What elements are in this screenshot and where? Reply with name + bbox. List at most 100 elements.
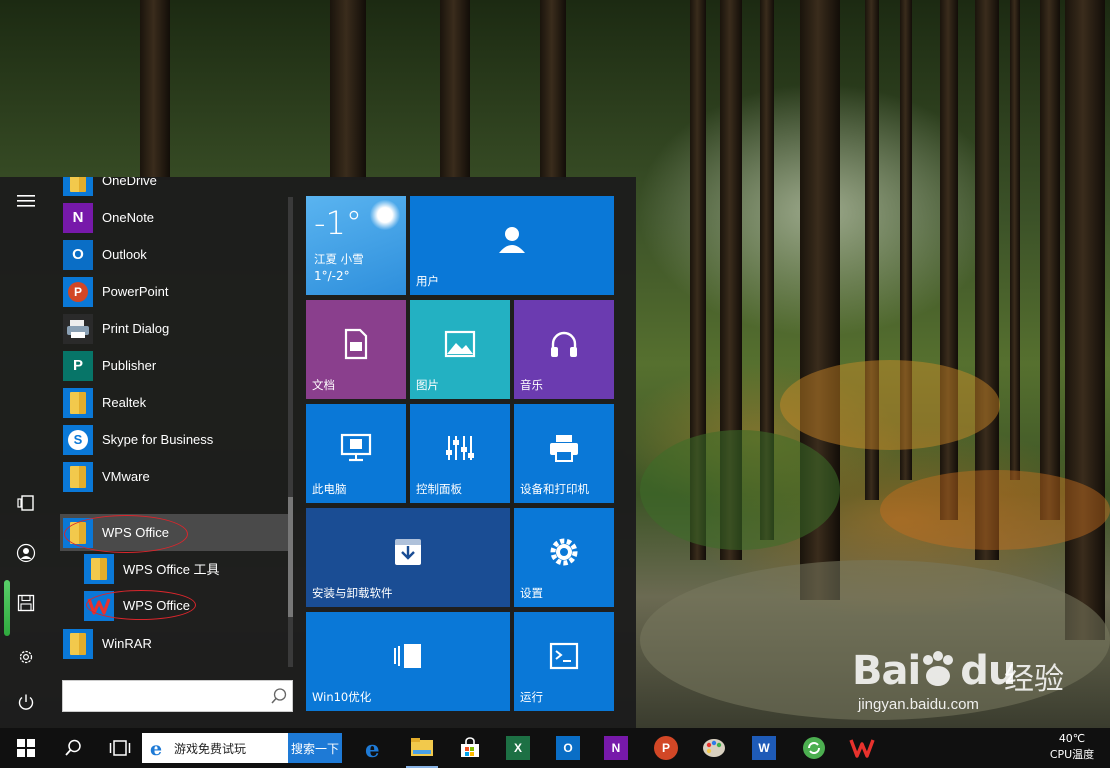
watermark-url: jingyan.baidu.com [858,696,979,713]
app-item-wps-office-folder[interactable]: WPS Office [60,514,288,551]
app-item-wps-office-tools[interactable]: WPS Office 工具 [60,550,288,587]
sliders-icon [446,435,474,460]
task-view-button[interactable] [104,728,136,768]
store-icon [461,737,479,757]
cpu-temperature-widget[interactable]: 40℃ CPU温度 [1042,731,1102,763]
documents-rail-button[interactable] [0,583,52,623]
panel-icon [394,643,421,668]
hamburger-icon [17,195,35,207]
ie-search-button[interactable]: 搜索一下 [288,733,342,763]
start-button[interactable] [8,728,44,768]
tile-run[interactable]: 运行 [514,612,614,711]
start-search-box[interactable] [62,680,293,712]
app-item-realtek[interactable]: Realtek [60,384,288,421]
app-list-scrollthumb[interactable] [288,497,293,617]
publisher-icon: P [63,350,93,381]
excel-icon: X [506,736,530,760]
tile-control-panel[interactable]: 控制面板 [410,404,510,503]
app-item-vmware[interactable]: VMware [60,458,288,495]
search-icon[interactable] [270,687,288,705]
app-item-powerpoint[interactable]: P PowerPoint [60,273,288,310]
powerpoint-icon: P [63,276,93,307]
app-list: OneDrive N OneNote O Outlook P PowerPoin… [60,177,290,667]
ie-search-widget[interactable]: e 游戏免费试玩 [142,733,288,763]
document-icon [344,328,368,359]
run-icon [549,642,579,669]
start-menu: OneDrive N OneNote O Outlook P PowerPoin… [0,177,636,728]
settings-rail-button[interactable] [0,637,52,677]
tablet-mode-button[interactable] [0,483,52,523]
taskbar-file-explorer[interactable] [406,728,438,768]
edge-icon: e [365,736,380,760]
gear-icon [19,650,33,664]
folder-icon [411,738,433,756]
start-search-input[interactable] [63,681,263,711]
tile-weather[interactable]: -1° 江夏 小雪 1°/-2° [306,196,406,295]
tile-install-uninstall[interactable]: 安装与卸载软件 [306,508,510,607]
taskbar-powerpoint[interactable]: P [650,728,682,768]
outlook-icon: O [63,239,93,270]
wps-icon [849,739,875,758]
start-rail [0,177,52,728]
printer-icon [550,434,578,462]
refresh-app-icon [803,737,825,759]
headphones-icon [551,331,577,357]
gear-icon [550,538,578,566]
svg-text:e: e [150,738,162,758]
search-icon [65,739,81,756]
taskbar-wps[interactable] [846,728,878,768]
app-item-outlook[interactable]: O Outlook [60,236,288,273]
taskbar-outlook[interactable]: O [552,728,584,768]
tile-devices-printers[interactable]: 设备和打印机 [514,404,614,503]
tile-documents[interactable]: 文档 [306,300,406,399]
folder-icon [63,387,93,418]
taskbar-paint[interactable] [698,728,730,768]
paw-icon [923,651,953,686]
wps-icon [84,590,114,621]
svg-text:e: e [365,736,380,760]
app-item-onedrive[interactable]: OneDrive [60,177,288,199]
taskbar-edge[interactable]: e [358,728,390,768]
hamburger-menu-button[interactable] [0,181,52,221]
sun-icon [370,200,400,230]
tile-this-pc[interactable]: 此电脑 [306,404,406,503]
app-item-onenote[interactable]: N OneNote [60,199,288,236]
outlook-icon: O [556,736,580,760]
user-icon [16,543,36,563]
tile-settings[interactable]: 设置 [514,508,614,607]
taskbar-excel[interactable]: X [502,728,534,768]
windows-logo-icon [17,739,35,757]
app-item-wps-office[interactable]: WPS Office [60,587,288,624]
cpu-temp-value: 40℃ [1058,732,1086,745]
baidu-watermark: Bai du 经验 jingyan.baidu.com [852,648,1102,718]
word-icon: W [752,736,776,760]
taskbar-store[interactable] [454,728,486,768]
skype-icon: S [63,424,93,455]
app-item-publisher[interactable]: P Publisher [60,347,288,384]
watermark-cn: 经验 [1004,663,1064,696]
power-icon [18,694,34,710]
app-item-winrar[interactable]: WinRAR [60,625,288,662]
ie-icon: e [150,738,162,758]
app-item-print-dialog[interactable]: Print Dialog [60,310,288,347]
download-box-icon [395,538,421,565]
tile-music[interactable]: 音乐 [514,300,614,399]
tablet-icon [17,495,34,511]
user-account-button[interactable] [0,533,52,573]
tile-pictures[interactable]: 图片 [410,300,510,399]
picture-icon [444,330,476,357]
taskbar-search-button[interactable] [58,728,88,768]
tile-user[interactable]: 用户 [410,196,614,295]
onenote-icon: N [604,736,628,760]
power-button[interactable] [0,682,52,722]
folder-icon [63,177,93,196]
taskbar-word[interactable]: W [748,728,780,768]
computer-icon [340,433,372,461]
app-item-skype-for-business[interactable]: S Skype for Business [60,421,288,458]
onenote-icon: N [63,202,93,233]
print-dialog-icon [63,313,93,344]
save-icon [17,594,35,612]
tile-win10-optimize[interactable]: Win10优化 [306,612,510,711]
taskbar-green-app[interactable] [798,728,830,768]
taskbar-onenote[interactable]: N [600,728,632,768]
